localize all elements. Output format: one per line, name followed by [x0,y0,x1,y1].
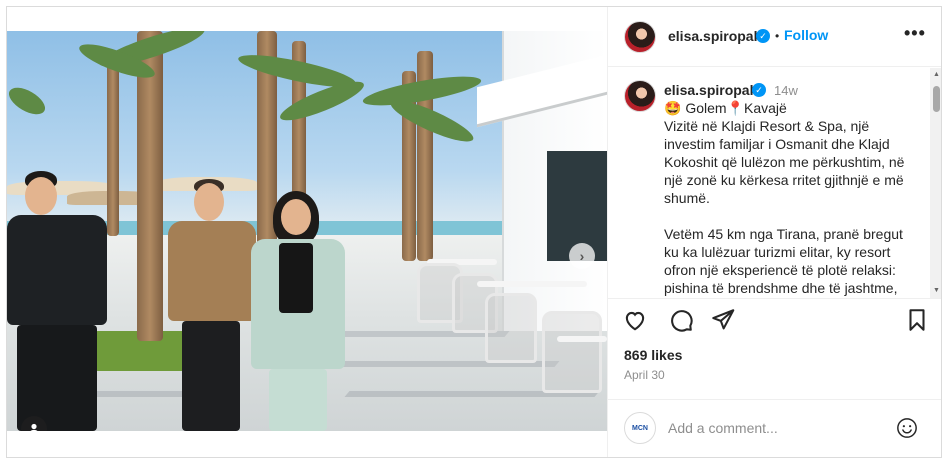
post-sidebar: elisa.spiropali ✓ • Follow ••• elisa.spi… [607,7,941,457]
post-time-ago[interactable]: 14w [774,83,798,98]
caption-section: elisa.spiropali ✓ 14w 🤩 Golem📍Kavajë Viz… [608,68,941,298]
cafe-chair [542,311,602,393]
post-media: › [7,7,607,457]
next-slide-button[interactable]: › [569,243,595,269]
action-bar [608,298,941,338]
more-options-icon[interactable]: ••• [904,23,926,44]
follow-button[interactable]: Follow [784,27,828,43]
scroll-up-arrow-icon[interactable]: ▲ [930,68,941,82]
commenter-avatar-label: MCN [632,424,648,432]
post-modal: › elisa.spiropali ✓ • Follow ••• elisa.s… [6,6,942,458]
post-photo[interactable]: › [7,31,607,431]
comment-icon[interactable] [668,307,694,333]
heart-icon[interactable] [622,307,648,333]
comment-bar: MCN [608,399,941,457]
separator-dot: • [775,29,780,43]
comment-input[interactable] [668,418,878,438]
smiley-icon[interactable] [896,417,918,439]
bookmark-icon[interactable] [904,307,930,333]
person-waiter [7,171,117,431]
caption-text: 🤩 Golem📍Kavajë Vizitë në Klajdi Resort &… [664,100,905,296]
send-icon[interactable] [710,307,736,333]
caption-username[interactable]: elisa.spiropali [664,82,757,98]
caption-scrollbar[interactable]: ▲ ▼ [930,68,941,298]
post-date[interactable]: April 30 [624,368,665,382]
verified-badge-icon: ✓ [752,83,766,97]
commenter-avatar[interactable]: MCN [624,412,656,444]
person-woman [245,191,345,431]
person-man [162,179,257,431]
cafe-table [477,281,587,287]
verified-badge-icon: ✓ [756,29,770,43]
cafe-table [557,336,607,342]
scroll-down-arrow-icon[interactable]: ▼ [930,284,941,298]
cafe-chair [485,293,537,363]
author-username[interactable]: elisa.spiropali [668,28,761,44]
chevron-right-icon: › [579,248,585,264]
avatar[interactable] [624,80,656,112]
avatar[interactable] [624,21,656,53]
post-header: elisa.spiropali ✓ • Follow ••• [608,7,941,67]
palm-frond [7,82,50,120]
likes-count[interactable]: 869 likes [624,347,682,363]
scrollbar-thumb[interactable] [933,86,940,112]
